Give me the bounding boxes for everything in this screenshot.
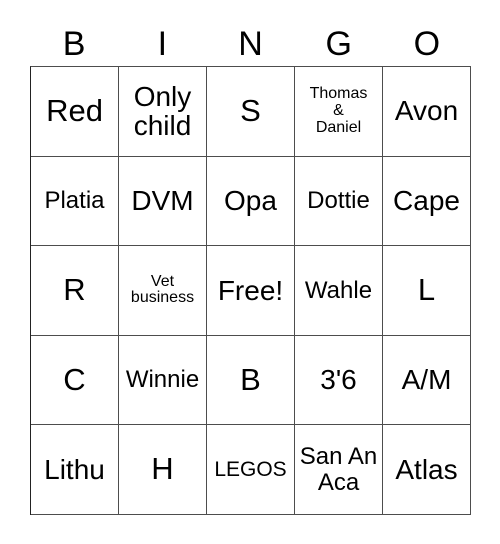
bingo-cell-r2c2[interactable]: DVM bbox=[119, 156, 207, 247]
bingo-cell-text: Dottie bbox=[307, 187, 370, 215]
bingo-cell-r3c4[interactable]: Wahle bbox=[295, 246, 383, 336]
bingo-cell-r5c1[interactable]: Lithu bbox=[31, 425, 119, 515]
bingo-header-letter-g: G bbox=[325, 25, 352, 63]
bingo-cell-text: H bbox=[151, 451, 174, 487]
bingo-cell-free-space[interactable]: Free! bbox=[207, 246, 295, 336]
bingo-cell-r4c3[interactable]: B bbox=[207, 335, 295, 426]
bingo-cell-text: Free! bbox=[217, 274, 284, 306]
bingo-cell-r1c3[interactable]: S bbox=[207, 67, 295, 157]
bingo-cell-text: Winnie bbox=[125, 366, 200, 394]
bingo-cell-text: Opa bbox=[224, 185, 277, 217]
bingo-cell-text: LEGOS bbox=[214, 457, 287, 481]
bingo-grid: Red Only child S Thomas & Daniel Avon Pl… bbox=[30, 66, 471, 515]
bingo-cell-r1c4[interactable]: Thomas & Daniel bbox=[295, 67, 383, 157]
bingo-cell-r5c2[interactable]: H bbox=[119, 425, 207, 515]
bingo-cell-text: 3'6 bbox=[320, 364, 357, 396]
bingo-cell-r4c1[interactable]: C bbox=[31, 335, 119, 426]
bingo-cell-text: Vet business bbox=[130, 272, 195, 307]
bingo-cell-r5c4[interactable]: San An Aca bbox=[295, 425, 383, 515]
bingo-cell-r3c2[interactable]: Vet business bbox=[119, 246, 207, 336]
bingo-cell-r4c2[interactable]: Winnie bbox=[119, 335, 207, 426]
bingo-cell-text: B bbox=[240, 361, 261, 397]
bingo-cell-r5c3[interactable]: LEGOS bbox=[207, 425, 295, 515]
bingo-cell-r4c5[interactable]: A/M bbox=[383, 335, 471, 426]
bingo-cell-r1c1[interactable]: Red bbox=[31, 67, 119, 157]
bingo-cell-text: San An Aca bbox=[299, 443, 378, 496]
bingo-cell-text: Avon bbox=[394, 95, 459, 127]
bingo-cell-text: Wahle bbox=[304, 276, 373, 304]
bingo-cell-text: Only child bbox=[133, 80, 192, 142]
bingo-header-letter-n: N bbox=[238, 25, 263, 63]
bingo-cell-text: DVM bbox=[131, 185, 194, 217]
bingo-cell-r1c2[interactable]: Only child bbox=[119, 67, 207, 157]
bingo-cell-r3c1[interactable]: R bbox=[31, 246, 119, 336]
bingo-cell-r2c3[interactable]: Opa bbox=[207, 156, 295, 247]
bingo-card: B I N G O Red Only child S Thomas & Dani… bbox=[0, 0, 500, 544]
bingo-cell-text: R bbox=[63, 272, 86, 308]
bingo-cell-text: Lithu bbox=[44, 453, 105, 485]
bingo-header-letter-i: I bbox=[157, 25, 168, 63]
bingo-cell-text: Red bbox=[46, 92, 103, 128]
bingo-cell-text: S bbox=[240, 92, 261, 128]
bingo-cell-text: L bbox=[417, 272, 436, 308]
bingo-cell-text: Platia bbox=[44, 187, 105, 215]
bingo-header-row: B I N G O bbox=[30, 22, 471, 66]
bingo-cell-r2c5[interactable]: Cape bbox=[383, 156, 471, 247]
bingo-cell-text: C bbox=[63, 361, 86, 397]
bingo-cell-r2c4[interactable]: Dottie bbox=[295, 156, 383, 247]
bingo-cell-r1c5[interactable]: Avon bbox=[383, 67, 471, 157]
bingo-cell-text: Atlas bbox=[395, 453, 458, 485]
bingo-cell-r2c1[interactable]: Platia bbox=[31, 156, 119, 247]
bingo-header-letter-b: B bbox=[62, 25, 86, 63]
bingo-cell-r4c4[interactable]: 3'6 bbox=[295, 335, 383, 426]
bingo-header-letter-o: O bbox=[413, 25, 441, 63]
bingo-cell-r3c5[interactable]: L bbox=[383, 246, 471, 336]
bingo-cell-r5c5[interactable]: Atlas bbox=[383, 425, 471, 515]
bingo-cell-text: Cape bbox=[393, 185, 460, 217]
bingo-cell-text: Thomas & Daniel bbox=[309, 84, 368, 136]
bingo-cell-text: A/M bbox=[401, 364, 452, 396]
